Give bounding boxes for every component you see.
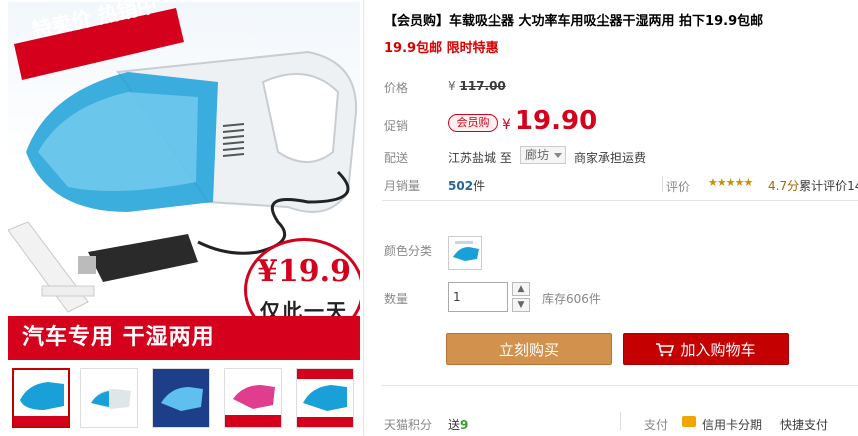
add-to-cart-label: 加入购物车 [680, 341, 756, 359]
thumbnail-image [91, 389, 131, 409]
quantity-input[interactable]: 1 [448, 282, 508, 312]
buy-now-button[interactable]: 立刻购买 [446, 333, 612, 365]
thumbnail-strip [8, 368, 360, 430]
stock-count: 库存606件 [542, 292, 601, 306]
section-divider [382, 200, 858, 201]
main-product-image[interactable]: 特卖价 热销中 ¥19.9 仅此一天 汽车专用 干湿两用 [8, 2, 360, 360]
thumbnail-item[interactable] [152, 368, 210, 428]
color-option-image [453, 241, 479, 261]
product-info: 【会员购】车载吸尘器 大功率车用吸尘器干湿两用 拍下19.9包邮 19.9包邮 … [382, 0, 858, 436]
promo-label: 促销 [384, 119, 409, 133]
destination-select[interactable]: 廊坊 [520, 146, 566, 164]
thumbnail-item[interactable] [224, 368, 282, 428]
review-count: 累计评价14 [799, 179, 858, 193]
color-label: 颜色分类 [384, 244, 433, 258]
currency-symbol: ¥ [502, 117, 511, 133]
original-price: ¥ 117.00 [448, 79, 506, 93]
divider [662, 176, 663, 192]
divider [620, 412, 621, 430]
quantity-label: 数量 [384, 292, 409, 306]
thumbnail-image [225, 385, 281, 427]
add-to-cart-button[interactable]: 加入购物车 [623, 333, 789, 365]
destination-value: 廊坊 [525, 148, 550, 162]
original-price-value: 117.00 [459, 79, 506, 93]
thumbnail-item[interactable] [80, 368, 138, 428]
ship-from: 江苏盐城 至 [448, 151, 512, 165]
quantity-decrease-button[interactable]: ▼ [512, 298, 530, 312]
monthly-sales-number: 502 [448, 179, 474, 193]
points-number: 9 [460, 418, 469, 432]
vip-badge: 会员购 [448, 114, 498, 132]
rating-score: 4.7分 [768, 179, 800, 193]
monthly-sales-count[interactable]: 502件 [448, 177, 485, 194]
monthly-sales-unit: 件 [473, 179, 486, 193]
product-subtitle: 19.9包邮 限时特惠 [384, 41, 499, 56]
points-prefix: 送 [448, 418, 461, 432]
shipping-label: 配送 [384, 151, 409, 165]
credit-card-installment-link[interactable]: 信用卡分期 [702, 416, 762, 433]
price-label: 价格 [384, 81, 409, 95]
thumbnail-item[interactable] [296, 368, 354, 428]
promo-price: ¥19.90 [502, 106, 597, 136]
thumbnail-image [14, 382, 68, 426]
thumbnail-item[interactable] [12, 368, 70, 428]
rating-summary[interactable]: 4.7分累计评价14 [768, 177, 858, 194]
currency-symbol: ¥ [448, 79, 456, 93]
promo-price-value: 19.90 [514, 106, 598, 136]
rating-label: 评价 [666, 180, 691, 194]
thumbnail-image [153, 369, 209, 427]
credit-card-icon [682, 416, 696, 427]
points-value: 送9 [448, 416, 468, 433]
payment-label: 支付 [644, 418, 669, 432]
shipping-fee: 商家承担运费 [574, 151, 647, 165]
price-badge-value: ¥19.9 [257, 254, 351, 289]
thumbnail-image [297, 369, 353, 427]
product-title: 【会员购】车载吸尘器 大功率车用吸尘器干湿两用 拍下19.9包邮 [384, 14, 764, 29]
quantity-increase-button[interactable]: ▲ [512, 282, 530, 296]
cart-icon [656, 343, 675, 357]
product-gallery: 特卖价 热销中 ¥19.9 仅此一天 汽车专用 干湿两用 [0, 0, 364, 436]
section-divider [382, 385, 858, 386]
color-option[interactable] [448, 236, 482, 270]
monthly-sales-label: 月销量 [384, 179, 421, 193]
quick-pay-link[interactable]: 快捷支付 [780, 416, 828, 433]
star-rating-icon: ★★★★★ [708, 176, 753, 189]
chevron-down-icon [554, 153, 562, 158]
feature-banner: 汽车专用 干湿两用 [8, 316, 360, 360]
points-label: 天猫积分 [384, 418, 433, 432]
